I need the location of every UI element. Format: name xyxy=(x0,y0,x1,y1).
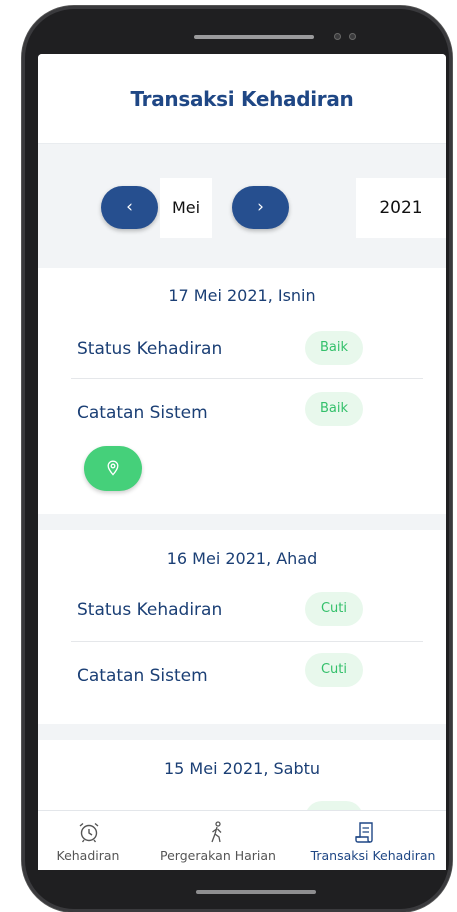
year-label: 2021 xyxy=(356,178,446,238)
alarm-clock-icon xyxy=(79,822,99,843)
month-label: Mei xyxy=(160,178,212,238)
receipt-icon xyxy=(355,822,373,843)
bottom-tab-bar: Kehadiran Pergerakan Harian Transaksi Ke… xyxy=(38,810,446,870)
tab-label: Kehadiran xyxy=(56,848,120,863)
tab-transaksi-kehadiran[interactable]: Transaksi Kehadiran xyxy=(300,811,446,870)
view-location-button[interactable] xyxy=(84,446,142,491)
tab-kehadiran[interactable]: Kehadiran xyxy=(38,811,138,870)
walking-person-icon xyxy=(211,821,222,843)
app-header: Transaksi Kehadiran xyxy=(38,54,446,144)
attendance-day-card: 15 Mei 2021, Sabtu xyxy=(38,740,446,835)
card-date: 15 Mei 2021, Sabtu xyxy=(163,759,321,778)
page-title: Transaksi Kehadiran xyxy=(130,87,354,111)
chevron-right-icon: › xyxy=(257,197,264,217)
previous-month-button[interactable]: ‹ xyxy=(101,186,158,229)
app-screen: Transaksi Kehadiran ‹ Mei › 2021 17 Mei … xyxy=(38,54,446,870)
front-camera xyxy=(334,33,341,40)
next-month-button[interactable]: › xyxy=(232,186,289,229)
catatan-sistem-label: Catatan Sistem xyxy=(77,666,208,686)
status-kehadiran-label: Status Kehadiran xyxy=(77,339,223,359)
status-badge: Cuti xyxy=(305,592,363,626)
chevron-left-icon: ‹ xyxy=(126,197,133,217)
attendance-day-card: 16 Mei 2021, Ahad Status Kehadiran Cuti … xyxy=(38,530,446,724)
system-note-badge: Baik xyxy=(305,392,363,426)
tab-label: Transaksi Kehadiran xyxy=(310,848,436,863)
tab-label: Pergerakan Harian xyxy=(160,848,276,863)
speaker-grille xyxy=(194,35,314,39)
front-sensor xyxy=(349,33,356,40)
home-indicator xyxy=(196,890,316,894)
card-date: 16 Mei 2021, Ahad xyxy=(166,549,318,568)
divider xyxy=(71,641,423,642)
catatan-sistem-label: Catatan Sistem xyxy=(77,403,208,423)
divider xyxy=(71,378,423,379)
status-kehadiran-label: Status Kehadiran xyxy=(77,600,223,620)
tab-pergerakan-harian[interactable]: Pergerakan Harian xyxy=(148,811,288,870)
status-badge: Baik xyxy=(305,331,363,365)
map-pin-icon xyxy=(107,460,119,476)
card-date: 17 Mei 2021, Isnin xyxy=(168,286,316,305)
system-note-badge: Cuti xyxy=(305,653,363,687)
